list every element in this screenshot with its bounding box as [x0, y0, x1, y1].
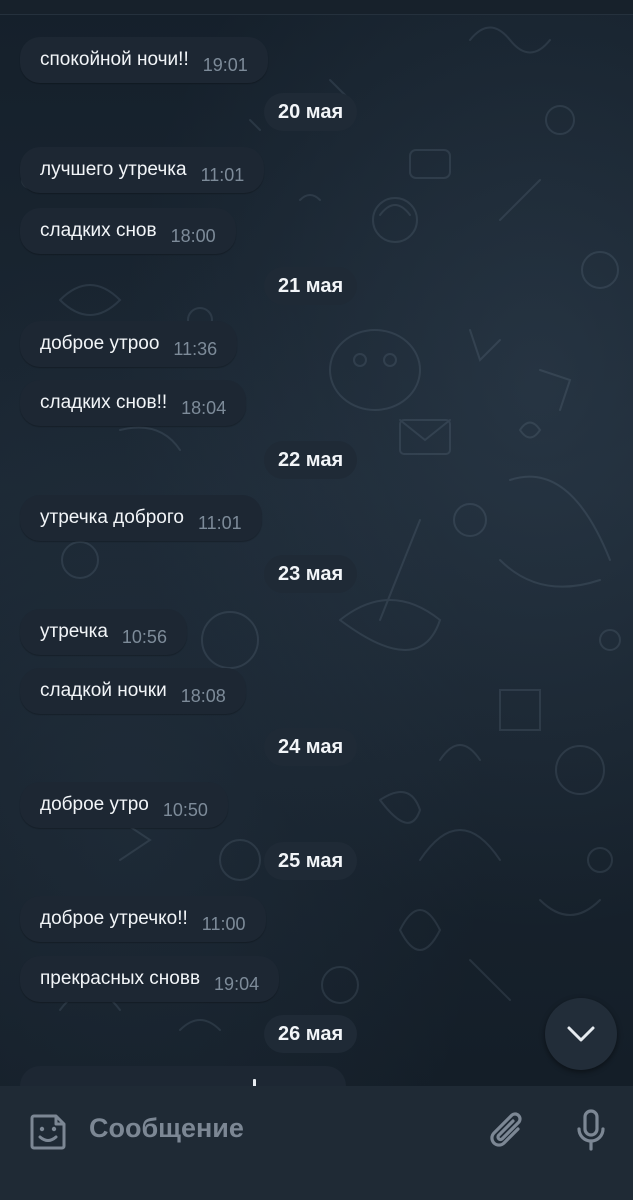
message-text: сладкой ночки: [40, 680, 167, 701]
message-time: 11:00: [201, 913, 246, 934]
message-input[interactable]: Сообщение: [89, 1113, 244, 1144]
message-text: утречка доброго: [40, 507, 184, 528]
chevron-down-icon: [567, 1026, 595, 1042]
message-text: доброе утро: [40, 794, 149, 815]
top-edge: [0, 0, 633, 15]
message-text: доброе утроо: [40, 333, 160, 354]
message-time: 10:50: [162, 799, 208, 820]
date-separator: 20 мая: [264, 93, 358, 131]
sticker-emoji-button[interactable]: [26, 1110, 70, 1154]
paperclip-icon: [490, 1112, 522, 1147]
date-separator: 26 мая: [264, 1015, 358, 1053]
attach-button[interactable]: [485, 1108, 531, 1154]
message-text: спокойной ночи!!: [40, 49, 189, 70]
message-bubble[interactable]: доброе утроо 11:36: [20, 321, 238, 367]
sticker-emoji-icon: [30, 1114, 66, 1150]
message-time: 19:01: [202, 54, 248, 75]
message-text: доброе утречко!!: [40, 908, 188, 929]
date-separator: 24 мая: [264, 728, 358, 766]
message-time: 11:36: [173, 338, 218, 359]
message-text: лучшего утречка: [40, 159, 187, 180]
message-text: сладких снов!!: [40, 392, 168, 413]
message-time: 18:00: [170, 225, 216, 246]
date-separator: 23 мая: [264, 555, 358, 593]
message-bubble[interactable]: лучшего утречка 11:01: [20, 147, 265, 193]
message-bubble[interactable]: сладких снов!! 18:04: [20, 380, 247, 426]
microphone-icon: [577, 1109, 605, 1151]
message-bubble[interactable]: спокойной ночи!! 19:01: [20, 37, 268, 83]
message-text: сладких снов: [40, 220, 157, 241]
message-time: 11:01: [197, 512, 242, 533]
date-separator: 21 мая: [264, 267, 358, 305]
message-time: 11:01: [200, 164, 245, 185]
date-separator: 25 мая: [264, 842, 358, 880]
message-bubble[interactable]: утречка доброго 11:01: [20, 495, 262, 541]
message-time: 18:08: [180, 685, 226, 706]
message-bubble[interactable]: доброе утречко!! 11:00: [20, 896, 266, 942]
voice-message-button[interactable]: [570, 1106, 612, 1156]
message-text: утречка: [40, 621, 108, 642]
message-time: 18:04: [181, 397, 227, 418]
message-time: 10:56: [121, 626, 167, 647]
message-time: 19:04: [214, 973, 260, 994]
message-text: прекрасных сновв: [40, 968, 201, 989]
message-bubble[interactable]: прекрасных сновв 19:04: [20, 956, 280, 1002]
message-bubble[interactable]: утречка 10:56: [20, 609, 187, 655]
message-bubble[interactable]: сладких снов 18:00: [20, 208, 236, 254]
message-bubble[interactable]: доброе утро 10:50: [20, 782, 228, 828]
scroll-down-button[interactable]: [545, 998, 617, 1070]
message-bubble[interactable]: сладкой ночки 18:08: [20, 668, 246, 714]
date-separator: 22 мая: [264, 441, 358, 479]
